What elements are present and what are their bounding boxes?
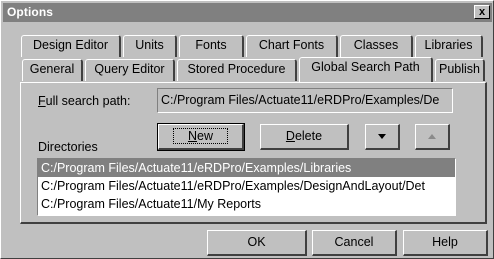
search-path-label: Full search path: xyxy=(38,94,131,108)
close-button[interactable]: x xyxy=(474,5,490,19)
tab-global-search-path[interactable]: Global Search Path xyxy=(299,57,433,82)
directories-label: Directories xyxy=(38,140,98,154)
arrow-up-icon xyxy=(428,134,436,140)
new-button[interactable]: New xyxy=(157,123,245,151)
list-item[interactable]: C:/Program Files/Actuate11/My Reports xyxy=(38,195,455,213)
window-title: Options xyxy=(7,5,54,19)
search-path-field[interactable]: C:/Program Files/Actuate11/eRDPro/Exampl… xyxy=(157,88,453,113)
tab-libraries[interactable]: Libraries xyxy=(415,35,483,57)
move-up-button[interactable] xyxy=(415,124,450,150)
tab-query-editor[interactable]: Query Editor xyxy=(85,59,175,81)
list-item[interactable]: C:/Program Files/Actuate11/eRDPro/Exampl… xyxy=(38,159,455,177)
close-icon: x xyxy=(478,6,486,18)
cancel-button[interactable]: Cancel xyxy=(312,230,397,256)
tab-general[interactable]: General xyxy=(22,59,83,81)
ok-button[interactable]: OK xyxy=(207,230,307,256)
help-button[interactable]: Help xyxy=(403,230,488,256)
move-down-button[interactable] xyxy=(365,124,400,150)
tab-fonts[interactable]: Fonts xyxy=(179,35,244,57)
tab-stored-procedure[interactable]: Stored Procedure xyxy=(177,59,297,81)
tab-publish[interactable]: Publish xyxy=(435,59,485,81)
delete-button[interactable]: Delete xyxy=(260,124,349,150)
tab-classes[interactable]: Classes xyxy=(340,35,413,57)
options-dialog: Options x Design Editor Units Fonts Char… xyxy=(0,0,494,259)
tab-design-editor[interactable]: Design Editor xyxy=(21,35,121,57)
tab-chart-fonts[interactable]: Chart Fonts xyxy=(246,35,338,57)
directories-list[interactable]: C:/Program Files/Actuate11/eRDPro/Exampl… xyxy=(37,158,456,216)
list-item[interactable]: C:/Program Files/Actuate11/eRDPro/Exampl… xyxy=(38,177,455,195)
title-bar[interactable]: Options x xyxy=(3,3,492,22)
tab-units[interactable]: Units xyxy=(123,35,177,57)
arrow-down-icon xyxy=(378,134,386,140)
